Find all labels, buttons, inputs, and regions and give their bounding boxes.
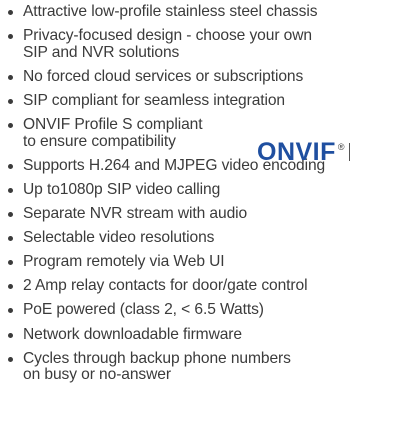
feature-text: Separate NVR stream with audio: [23, 205, 248, 223]
bullet-icon: [8, 356, 13, 362]
feature-item: Cycles through backup phone numbers on bu…: [0, 349, 394, 384]
bullet-icon: [8, 163, 13, 169]
onvif-logo: ONVIF ®: [257, 138, 351, 166]
feature-item: Separate NVR stream with audio: [0, 205, 394, 223]
feature-list: Attractive low-profile stainless steel c…: [0, 3, 394, 391]
feature-item: Up to1080p SIP video calling: [0, 180, 394, 199]
bullet-icon: [8, 212, 13, 218]
feature-item: PoE powered (class 2, < 6.5 Watts): [0, 302, 394, 319]
feature-item: Selectable video resolutions: [0, 229, 394, 247]
feature-text: Program remotely via Web UI: [23, 253, 225, 271]
feature-item: Network downloadable firmware: [0, 325, 394, 344]
feature-item: Privacy-focused design - choose your own…: [0, 27, 394, 61]
divider: [348, 143, 351, 161]
bullet-icon: [8, 123, 13, 129]
feature-item: No forced cloud services or subscription…: [0, 67, 394, 86]
feature-text: Attractive low-profile stainless steel c…: [23, 3, 318, 20]
feature-text: No forced cloud services or subscription…: [23, 67, 304, 85]
feature-list-page: Attractive low-profile stainless steel c…: [0, 0, 394, 423]
feature-text: Selectable video resolutions: [23, 229, 215, 247]
bullet-icon: [8, 98, 13, 104]
feature-text: PoE powered (class 2, < 6.5 Watts): [23, 301, 264, 319]
bullet-icon: [8, 284, 13, 290]
feature-text: Up to1080p SIP video calling: [23, 180, 221, 198]
feature-text: SIP compliant for seamless integration: [23, 91, 286, 109]
feature-text: 2 Amp relay contacts for door/gate contr…: [23, 277, 308, 295]
bullet-icon: [8, 187, 13, 193]
feature-text: Network downloadable firmware: [23, 325, 242, 343]
bullet-icon: [8, 260, 13, 266]
bullet-icon: [8, 332, 13, 338]
feature-text: Privacy-focused design - choose your own…: [23, 27, 312, 61]
bullet-icon: [8, 10, 13, 15]
bullet-icon: [8, 236, 13, 242]
bullet-icon: [8, 74, 13, 80]
feature-item: Attractive low-profile stainless steel c…: [0, 3, 394, 21]
registered-mark: ®: [337, 142, 345, 152]
bullet-icon: [8, 34, 13, 40]
feature-item: 2 Amp relay contacts for door/gate contr…: [0, 278, 394, 295]
bullet-icon: [8, 308, 13, 314]
feature-text: Cycles through backup phone numbers on bu…: [23, 349, 291, 384]
feature-item: SIP compliant for seamless integration: [0, 91, 394, 110]
onvif-logo-text: ONVIF: [257, 138, 336, 166]
feature-text: ONVIF Profile S compliant to ensure compa…: [23, 116, 203, 150]
feature-item: Program remotely via Web UI: [0, 254, 394, 271]
